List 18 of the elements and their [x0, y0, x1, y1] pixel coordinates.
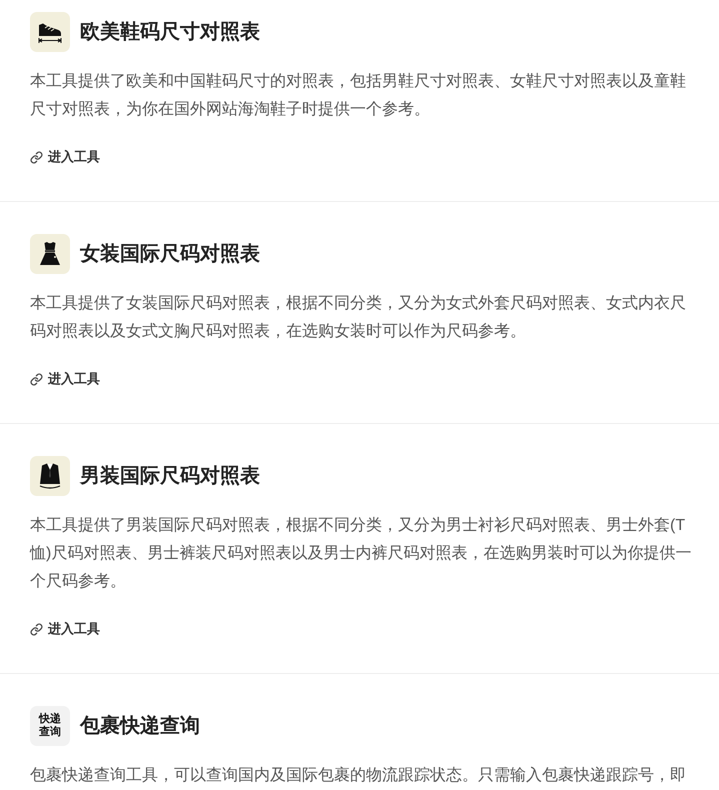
enter-tool-link[interactable]: 进入工具	[30, 619, 100, 639]
card-title: 包裹快递查询	[80, 714, 200, 739]
card-description: 包裹快递查询工具，可以查询国内及国际包裹的物流跟踪状态。只需输入包裹快递跟踪号，即	[30, 766, 687, 786]
link-icon	[30, 622, 43, 636]
jacket-icon	[30, 456, 70, 496]
card-description: 本工具提供了欧美和中国鞋码尺寸的对照表，包括男鞋尺寸对照表、女鞋尺寸对照表以及童鞋尺寸对照表，为你在国外网站海淘鞋子时提供一个参考。	[30, 72, 687, 120]
card-title: 女装国际尺码对照表	[80, 242, 260, 267]
link-icon	[30, 372, 43, 386]
link-icon	[30, 150, 43, 164]
enter-tool-link[interactable]: 进入工具	[30, 147, 100, 167]
dress-icon	[30, 234, 70, 274]
enter-tool-link[interactable]: 进入工具	[30, 369, 100, 389]
card-title: 欧美鞋码尺寸对照表	[80, 20, 260, 45]
card-description: 本工具提供了女装国际尺码对照表，根据不同分类，又分为女式外套尺码对照表、女式内衣尺码对照表以及女式文胸尺码对照表，在选购女装时可以作为尺码参考。	[30, 294, 687, 342]
logo-text: 快递 查询	[30, 706, 70, 746]
sneaker-icon	[30, 12, 70, 52]
card-description: 本工具提供了男装国际尺码对照表，根据不同分类，又分为男士衬衫尺码对照表、男士外套(T恤)尺码对照表、男士裤装尺码对照表以及男士内裤尺码对照表，在选购男装时可以为你提供一个尺码参考。	[30, 516, 692, 592]
card-title: 男装国际尺码对照表	[80, 464, 260, 489]
